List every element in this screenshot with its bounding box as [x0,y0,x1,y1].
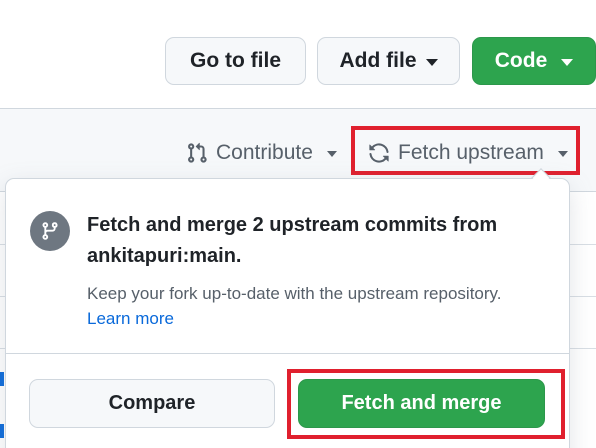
git-pull-request-icon [186,141,208,165]
popover-description: Keep your fork up-to-date with the upstr… [87,284,502,303]
sync-icon [368,142,390,164]
fetch-and-merge-button[interactable]: Fetch and merge [298,379,545,428]
compare-label: Compare [108,392,196,414]
add-file-button[interactable]: Add file [317,37,460,85]
chevron-down-icon [561,58,574,66]
contribute-dropdown[interactable]: Contribute [186,138,337,168]
chevron-down-icon [557,151,568,157]
compare-button[interactable]: Compare [29,379,275,428]
fetch-upstream-label: Fetch upstream [398,141,544,164]
code-button[interactable]: Code [472,37,596,85]
truncated-link-edge [0,424,4,438]
chevron-down-icon [425,58,438,66]
go-to-file-button[interactable]: Go to file [165,37,306,85]
contribute-label: Contribute [216,141,313,164]
code-label: Code [494,49,548,72]
chevron-down-icon [326,151,337,157]
popover-divider [5,353,570,354]
go-to-file-label: Go to file [190,49,281,72]
learn-more-link[interactable]: Learn more [87,307,174,331]
fetch-and-merge-label: Fetch and merge [341,392,502,414]
git-branch-icon [30,211,70,251]
add-file-label: Add file [339,49,417,72]
fetch-upstream-dropdown[interactable]: Fetch upstream [368,138,568,168]
truncated-link-edge [0,372,4,386]
popover-title: Fetch and merge 2 upstream commits from … [87,214,498,267]
